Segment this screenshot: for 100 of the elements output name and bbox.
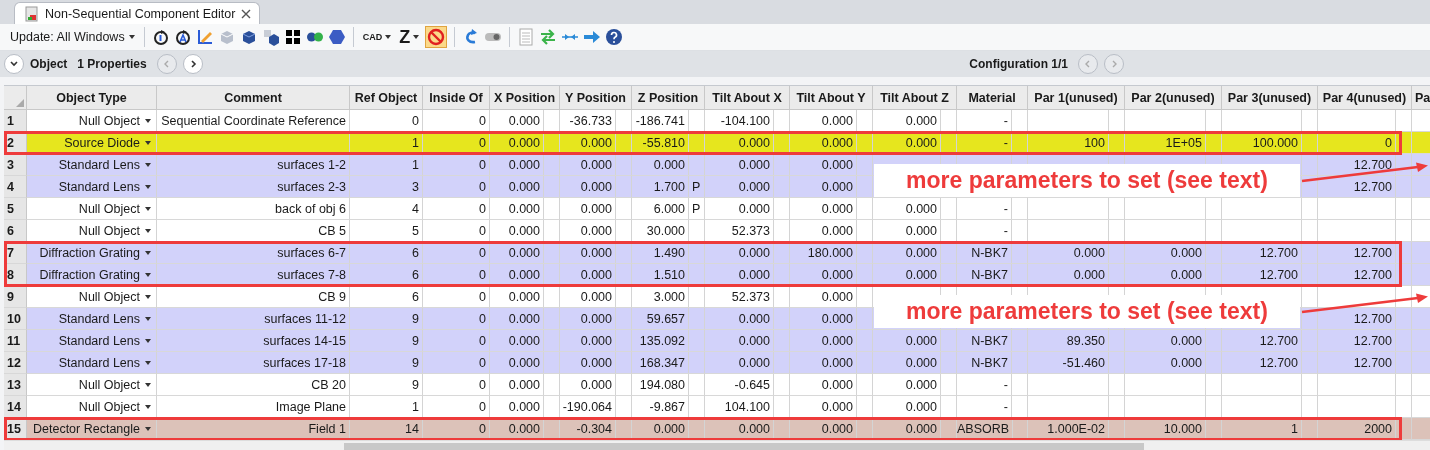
table-cell: 9 (412, 377, 419, 392)
horizontal-scrollbar[interactable] (4, 440, 1430, 450)
object-type-dropdown[interactable]: Null Object (78, 201, 151, 216)
object-type-dropdown[interactable]: Detector Rectangle (33, 421, 151, 436)
solve-marker[interactable]: P (692, 201, 701, 216)
row-number[interactable]: 4 (4, 176, 27, 198)
configuration-label: Configuration 1/1 (969, 57, 1068, 71)
table-cell: 0.000 (738, 135, 770, 150)
column-header[interactable]: Material (957, 86, 1028, 109)
table-cell: 0.000 (580, 289, 612, 304)
table-row[interactable]: 5 Null Object back of obj 6 4 0 0.000 0.000 6.000 P 0.000 0.000 0.000 - (4, 198, 1430, 220)
table-cell: 0.000 (738, 267, 770, 282)
cubes-icon[interactable] (261, 28, 280, 46)
swap-arrows-icon[interactable] (539, 28, 558, 46)
object-type-dropdown[interactable]: Null Object (78, 377, 151, 392)
column-header[interactable]: Object Type (27, 86, 157, 109)
object-type-dropdown[interactable]: Null Object (78, 113, 151, 128)
object-type-dropdown[interactable]: Standard Lens (58, 157, 151, 172)
close-icon[interactable] (241, 8, 252, 19)
right-arrow-icon[interactable] (583, 28, 602, 46)
table-cell: 0.000 (508, 179, 540, 194)
table-cell: 135.092 (639, 333, 685, 348)
editor-tab[interactable]: Non-Sequential Component Editor (14, 2, 261, 24)
solve-marker[interactable]: P (692, 179, 701, 194)
column-header[interactable]: Comment (157, 86, 350, 109)
object-type-dropdown[interactable]: Standard Lens (58, 311, 151, 326)
column-header[interactable]: Inside Of (423, 86, 490, 109)
column-header[interactable]: Par 4(unused) (1318, 86, 1412, 109)
table-cell: 0.000 (905, 333, 937, 348)
update-dropdown[interactable]: Update: All Windows (8, 30, 137, 44)
table-cell: 6.000 (653, 201, 685, 216)
table-cell: 12.700 (1259, 245, 1298, 260)
table-cell: 0.000 (821, 179, 853, 194)
properties-label: 1 Properties (77, 57, 147, 71)
table-cell: 1.490 (653, 245, 685, 260)
column-header[interactable]: X Position (490, 86, 560, 109)
object-type-dropdown[interactable]: Source Diode (64, 135, 151, 150)
table-cell: 0.000 (1170, 267, 1202, 282)
row-number[interactable]: 5 (4, 198, 27, 220)
table-cell: 168.347 (639, 355, 685, 370)
hexagon-icon[interactable] (327, 28, 346, 46)
row-number[interactable]: 3 (4, 154, 27, 176)
table-row[interactable]: 14 Null Object Image Plane 1 0 0.000 -190.064 -9.867 104.100 0.000 0.000 - (4, 396, 1430, 418)
table-cell: 2000 (1364, 421, 1392, 436)
column-header[interactable]: Par 2(unused) (1125, 86, 1222, 109)
table-cell: 0 (479, 157, 486, 172)
table-cell: 89.350 (1066, 333, 1105, 348)
object-type-dropdown[interactable]: Null Object (78, 399, 151, 414)
column-header[interactable]: Z Position (632, 86, 705, 109)
object-type-dropdown[interactable]: Standard Lens (58, 355, 151, 370)
next-button[interactable] (182, 54, 203, 74)
table-row[interactable]: 8 Diffraction Grating surfaces 7-8 6 0 0.000 0.000 1.510 0.000 0.000 0.000 N-BK7 0.000 0.000 12.700 12.700 (4, 264, 1430, 286)
table-cell: 0.000 (738, 311, 770, 326)
column-header[interactable]: Tilt About Y (790, 86, 873, 109)
table-row[interactable]: 12 Standard Lens surfaces 17-18 9 0 0.000 0.000 168.347 0.000 0.000 0.000 N-BK7 -51.460 0.000 12.700 12.700 (4, 352, 1430, 374)
column-header[interactable]: Y Position (560, 86, 632, 109)
table-cell: 0.000 (508, 377, 540, 392)
column-header[interactable]: Pa (1412, 86, 1430, 109)
block-button[interactable] (425, 26, 448, 48)
help-icon[interactable] (605, 28, 624, 46)
row-number[interactable]: 1 (4, 110, 27, 132)
table-cell: surfaces 6-7 (277, 245, 346, 260)
table-row[interactable]: 13 Null Object CB 20 9 0 0.000 0.000 194.080 -0.645 0.000 0.000 - (4, 374, 1430, 396)
table-cell: 9 (412, 355, 419, 370)
table-cell: 0 (479, 201, 486, 216)
row-number[interactable]: 10 (4, 308, 27, 330)
object-type-dropdown[interactable]: Null Object (78, 289, 151, 304)
column-header[interactable]: Par 1(unused) (1028, 86, 1125, 109)
row-number[interactable]: 13 (4, 374, 27, 396)
column-header[interactable]: Ref Object (350, 86, 423, 109)
table-row[interactable]: 7 Diffraction Grating surfaces 6-7 6 0 0.000 0.000 1.490 0.000 180.000 0.000 N-BK7 0.000 0.000 12.700 12.700 (4, 242, 1430, 264)
table-cell: 0 (479, 421, 486, 436)
row-number[interactable]: 6 (4, 220, 27, 242)
column-header[interactable]: Tilt About Z (873, 86, 957, 109)
refresh-icon[interactable] (151, 28, 170, 46)
collapse-button[interactable] (4, 54, 24, 74)
refresh-icon[interactable] (173, 28, 192, 46)
table-row[interactable]: 11 Standard Lens surfaces 14-15 9 0 0.000 0.000 135.092 0.000 0.000 0.000 N-BK7 89.350 0.000 12.700 12.700 (4, 330, 1430, 352)
object-type-dropdown[interactable]: Standard Lens (58, 179, 151, 194)
table-cell: surfaces 17-18 (263, 355, 346, 370)
object-type-dropdown[interactable]: Standard Lens (58, 333, 151, 348)
object-type-dropdown[interactable]: Diffraction Grating (39, 267, 151, 282)
object-type-dropdown[interactable]: Diffraction Grating (39, 245, 151, 260)
column-header[interactable]: Par 3(unused) (1222, 86, 1318, 109)
table-cell: 0.000 (508, 157, 540, 172)
cad-dropdown[interactable]: CAD (360, 32, 394, 42)
row-number[interactable]: 14 (4, 396, 27, 418)
table-cell: 12.700 (1353, 245, 1392, 260)
row-number[interactable]: 11 (4, 330, 27, 352)
pencil-axes-icon[interactable] (195, 28, 214, 46)
object-type-dropdown[interactable]: Null Object (78, 223, 151, 238)
table-row[interactable]: 6 Null Object CB 5 5 0 0.000 0.000 30.000 52.373 0.000 0.000 - (4, 220, 1430, 242)
table-row[interactable]: 1 Null Object Sequential Coordinate Reference 0 0 0.000 -36.733 -186.741 -104.100 0.000 0.000 - (4, 110, 1430, 132)
table-cell: - (1003, 377, 1008, 392)
table-cell: 0.000 (905, 421, 937, 436)
row-number[interactable]: 9 (4, 286, 27, 308)
column-header[interactable]: Tilt About X (705, 86, 790, 109)
z-dropdown[interactable]: Z (397, 26, 422, 48)
grid-icon[interactable] (283, 28, 302, 46)
row-number[interactable]: 12 (4, 352, 27, 374)
